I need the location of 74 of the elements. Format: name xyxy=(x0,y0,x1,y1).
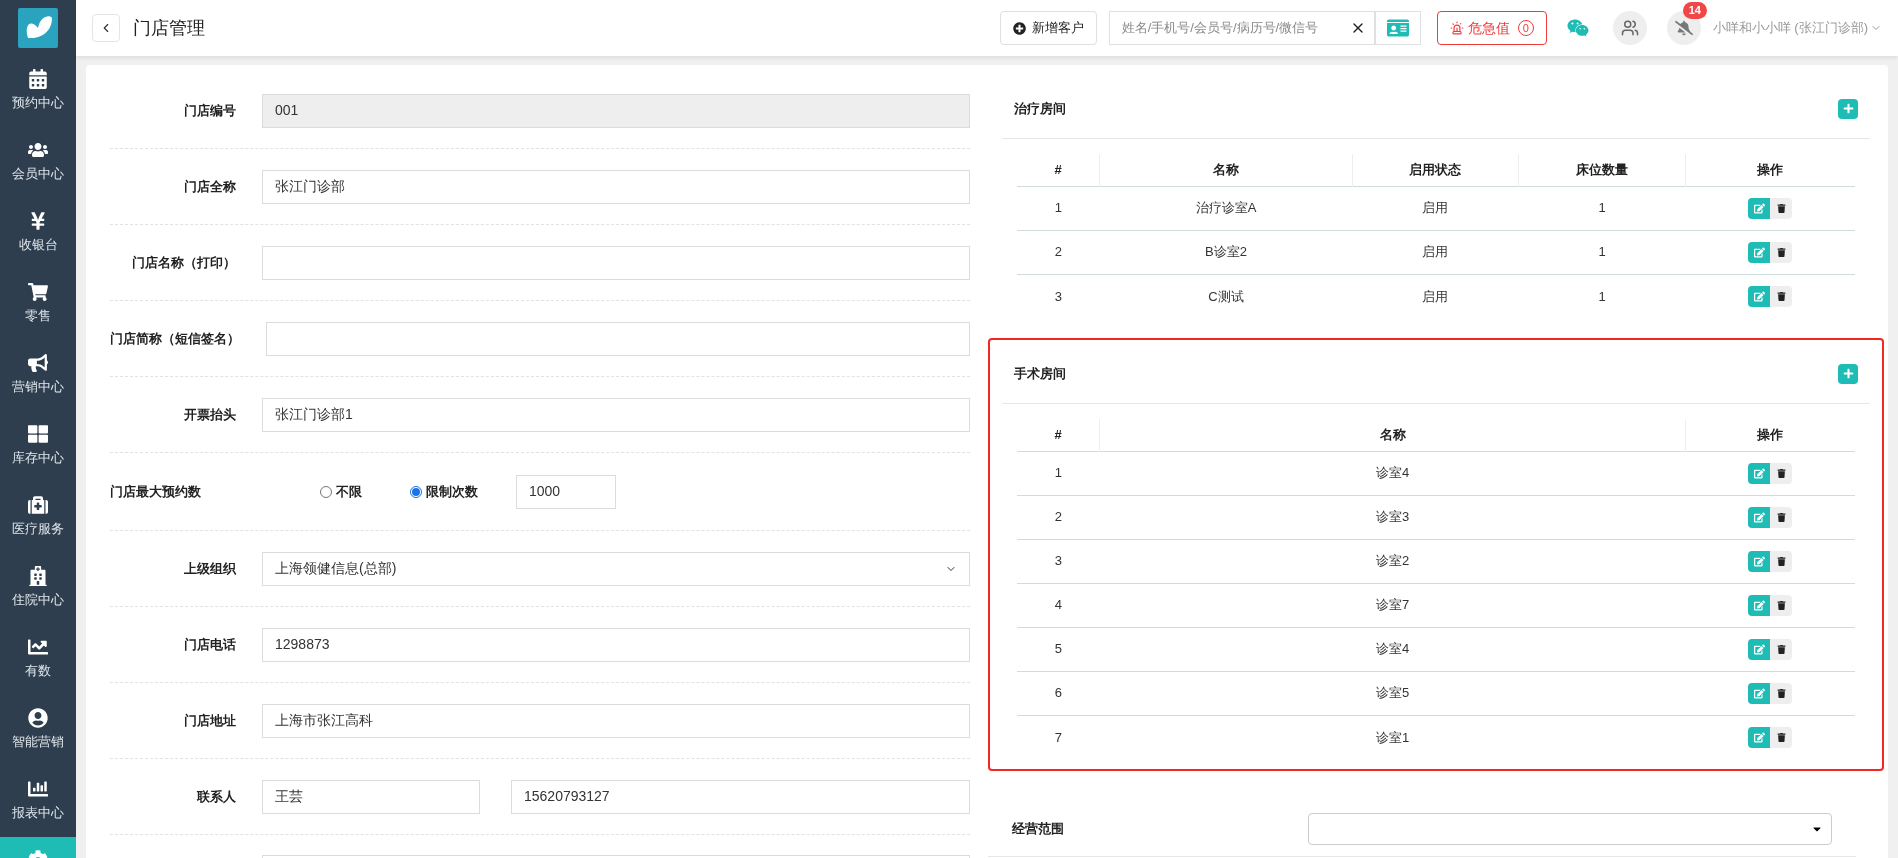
sidebar-item[interactable]: 医疗服务 xyxy=(0,482,76,553)
table-cell: B诊室2 xyxy=(1205,244,1247,260)
column-header: 操作 xyxy=(1757,427,1784,442)
table-cell: 3 xyxy=(1054,288,1062,304)
page-title: 门店管理 xyxy=(133,16,205,40)
radio-option[interactable]: 限制次数 xyxy=(410,481,478,502)
column-header: 启用状态 xyxy=(1409,162,1462,177)
sidebar-item[interactable]: 智能营销 xyxy=(0,695,76,766)
table-cell: 1 xyxy=(1598,244,1606,260)
text-field[interactable]: 15620793127 xyxy=(511,779,970,814)
field-label: 门店最大预约数 xyxy=(110,482,202,501)
field-label: 门店编号 xyxy=(183,101,236,120)
radio-option[interactable]: 不限 xyxy=(320,481,362,502)
text-field[interactable]: 王芸 xyxy=(262,779,480,814)
table-cell: 1 xyxy=(1598,200,1606,216)
table-cell: 5 xyxy=(1054,641,1062,657)
table-cell: 诊室4 xyxy=(1375,641,1410,657)
field-label: 开票抬头 xyxy=(183,405,236,424)
field-label: 门店地址 xyxy=(183,711,236,730)
sidebar-item[interactable]: 零售 xyxy=(0,269,76,340)
table-cell: 2 xyxy=(1054,509,1062,525)
column-header: # xyxy=(1054,427,1062,442)
field-label: 门店名称（打印） xyxy=(131,253,236,272)
sidebar-item[interactable]: 预约中心 xyxy=(0,56,76,127)
critical-value-button[interactable]: 危急值 0 xyxy=(1436,11,1547,45)
table-cell: 启用 xyxy=(1422,244,1449,260)
table-cell: 诊室2 xyxy=(1375,553,1410,569)
text-field[interactable]: 1298873 xyxy=(262,627,970,662)
table-cell: 2 xyxy=(1054,244,1062,260)
table-cell: 诊室3 xyxy=(1375,509,1410,525)
table-cell: 1 xyxy=(1054,465,1062,481)
text-field[interactable]: 1000 xyxy=(516,474,616,509)
table-cell: 诊室4 xyxy=(1375,465,1410,481)
sidebar-item[interactable]: 收银台 xyxy=(0,198,76,269)
table-cell: 诊室1 xyxy=(1375,729,1410,745)
search-field[interactable]: 姓名/手机号/会员号/病历号/微信号 xyxy=(1108,11,1375,45)
sidebar-item[interactable]: 有数 xyxy=(0,624,76,695)
table-cell: 1 xyxy=(1598,288,1606,304)
section-title: 手术房间 xyxy=(1014,364,1066,383)
section-title: 治疗房间 xyxy=(1014,99,1066,118)
table-cell: 3 xyxy=(1054,553,1062,569)
text-field[interactable]: 张江门诊部1 xyxy=(262,397,970,432)
table-cell: 1 xyxy=(1054,200,1062,216)
field-label: 经营范围 xyxy=(1012,819,1065,838)
field-label: 联系人 xyxy=(196,787,236,806)
sidebar-item[interactable]: 住院中心 xyxy=(0,553,76,624)
table-cell: 启用 xyxy=(1422,200,1449,216)
field-label: 门店电话 xyxy=(183,635,236,654)
field-label: 上级组织 xyxy=(183,559,236,578)
table-cell: 诊室7 xyxy=(1375,597,1410,613)
table-cell: 6 xyxy=(1054,685,1062,701)
sidebar-item[interactable]: 库存中心 xyxy=(0,411,76,482)
sidebar-item[interactable]: 营销中心 xyxy=(0,340,76,411)
field-label: 门店全称 xyxy=(183,177,236,196)
column-header: 名称 xyxy=(1213,162,1239,177)
sidebar-item[interactable]: 会员中心 xyxy=(0,127,76,198)
table-cell: 治疗诊室A xyxy=(1195,200,1257,216)
notification-badge: 14 xyxy=(1682,2,1707,19)
select-field[interactable]: 上海领健信息(总部) xyxy=(262,551,970,586)
add-customer-button[interactable]: 新增客户 xyxy=(999,11,1097,45)
column-header: # xyxy=(1054,162,1062,177)
table-cell: 启用 xyxy=(1422,288,1449,304)
column-header: 床位数量 xyxy=(1576,162,1629,177)
text-field[interactable]: 张江门诊部 xyxy=(262,169,970,204)
table-cell: C测试 xyxy=(1208,288,1244,304)
table-cell: 诊室5 xyxy=(1375,685,1410,701)
sidebar-item[interactable]: 报表中心 xyxy=(0,766,76,837)
column-header: 操作 xyxy=(1757,162,1784,177)
column-header: 名称 xyxy=(1379,427,1406,442)
text-field[interactable]: 上海市张江高科 xyxy=(262,703,970,738)
search-input[interactable]: 姓名/手机号/会员号/病历号/微信号 xyxy=(1121,18,1350,38)
field-label: 门店简称（短信签名） xyxy=(110,329,240,348)
table-cell: 4 xyxy=(1054,597,1062,613)
table-cell: 7 xyxy=(1054,729,1062,745)
